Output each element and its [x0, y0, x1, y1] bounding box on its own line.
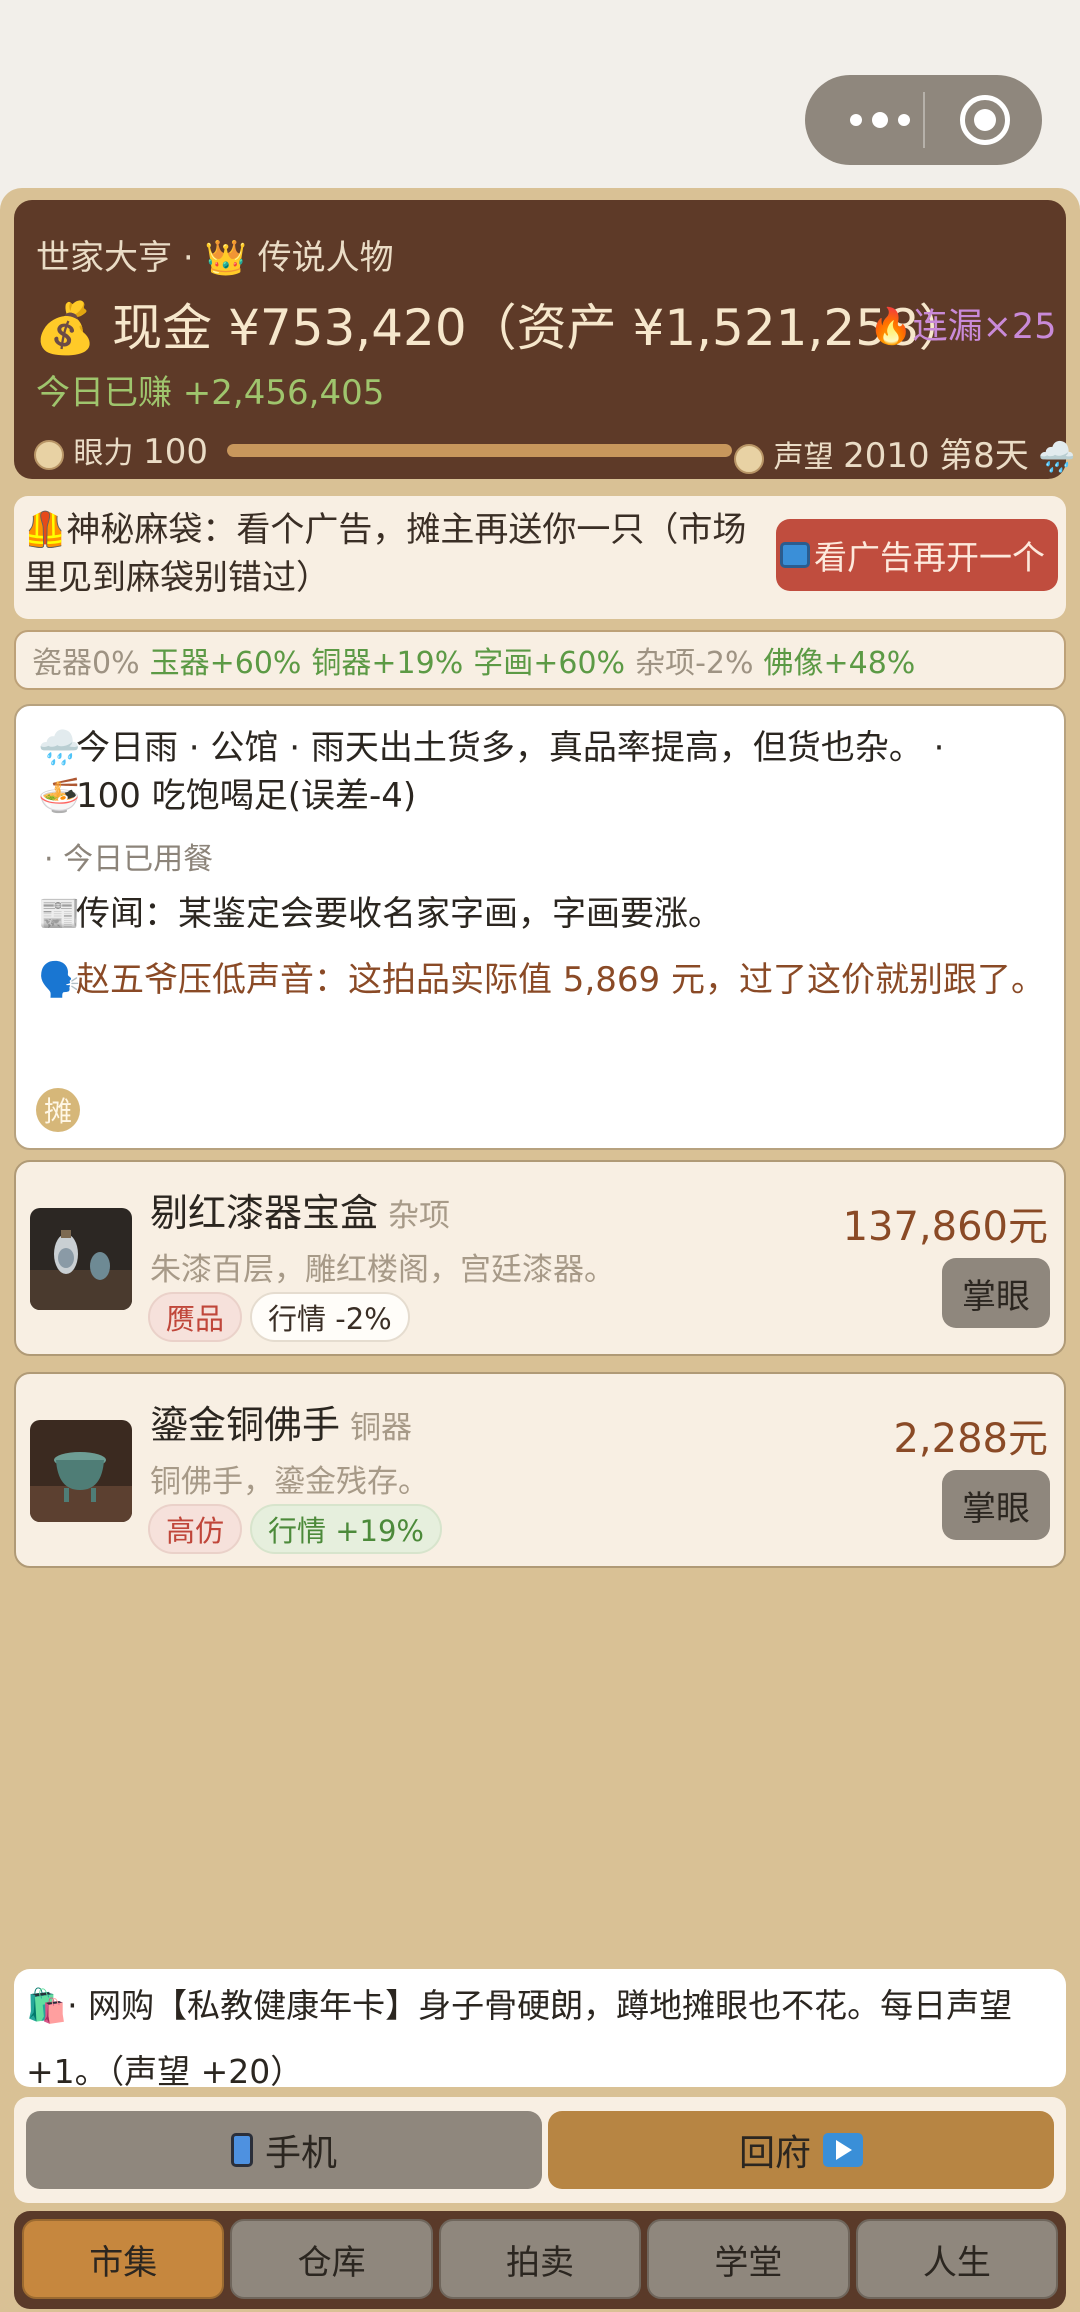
- crown-icon: 👑: [204, 238, 247, 278]
- tab-life[interactable]: 人生: [855, 2219, 1059, 2299]
- reputation-label: 声望: [773, 440, 834, 475]
- item-desc: 朱漆百层，雕红楼阁，宫廷漆器。: [150, 1252, 615, 1288]
- market-tag: 行情 +19%: [250, 1504, 442, 1554]
- go-home-label: 回府: [738, 2133, 811, 2174]
- market-tag: 行情 -2%: [250, 1292, 410, 1342]
- eye-label: 眼力: [73, 436, 134, 471]
- reputation-medal-icon: [734, 443, 764, 474]
- player-title: 世家大亨: [36, 238, 172, 278]
- item-card[interactable]: 剔红漆器宝盒 杂项 朱漆百层，雕红楼阁，宫廷漆器。 赝品 行情 -2% 137,8…: [14, 1160, 1066, 1356]
- mystery-bag-banner: 🦺神秘麻袋：看个广告，摊主再送你一只（市场里见到麻袋别错过） 看广告再开一个: [14, 496, 1066, 619]
- capsule-divider: [923, 92, 925, 148]
- trend-bronze: 铜器+19%: [311, 646, 464, 681]
- item-card[interactable]: 鎏金铜佛手 铜器 铜佛手，鎏金残存。 高仿 行情 +19% 2,288元 掌眼: [14, 1372, 1066, 1568]
- notice-line: 🛍️· 网购【私教健康年卡】身子骨硬朗，蹲地摊眼也不花。每日声望+1。（声望 +…: [26, 1973, 1056, 2105]
- more-dots-icon[interactable]: [835, 95, 925, 145]
- item-thumbnail: [30, 1420, 132, 1522]
- action-bar: 手机 回府: [14, 2097, 1066, 2203]
- rumor-line: 📰传闻：某鉴定会要收名家字画，字画要涨。: [38, 886, 722, 935]
- title-separator: ·: [182, 238, 194, 278]
- item-tags: 高仿 行情 +19%: [148, 1504, 442, 1554]
- item-thumbnail: [30, 1208, 132, 1310]
- tab-school[interactable]: 学堂: [647, 2219, 850, 2299]
- item-desc: 铜佛手，鎏金残存。: [150, 1464, 429, 1500]
- rain-cloud-icon: 🌧️: [38, 728, 81, 768]
- phone-label: 手机: [264, 2133, 337, 2174]
- item-title: 鎏金铜佛手: [150, 1403, 341, 1447]
- trend-porcelain: 瓷器0%: [32, 646, 140, 681]
- item-title: 剔红漆器宝盒: [150, 1191, 379, 1235]
- notice-text: · 网购【私教健康年卡】身子骨硬朗，蹲地摊眼也不花。每日声望+1。（声望 +20…: [26, 1986, 1013, 2091]
- speaking-head-icon: 🗣️: [38, 960, 81, 1000]
- streak-text: 连漏×25: [912, 307, 1057, 347]
- status-card: 世家大亨 · 👑 传说人物 💰 现金 ¥753,420（资产 ¥1,521,25…: [14, 200, 1076, 479]
- money-bag-icon: 💰: [34, 299, 97, 357]
- weather-text: 今日雨 · 公馆 · 雨天出土货多，真品率提高，但货也杂。 ·: [76, 728, 945, 768]
- rumor-text: 传闻：某鉴定会要收名家字画，字画要涨。: [76, 894, 722, 934]
- fire-icon: 🔥: [869, 307, 913, 347]
- mystery-bag-text: 🦺神秘麻袋：看个广告，摊主再送你一只（市场里见到麻袋别错过）: [24, 506, 754, 602]
- target-icon[interactable]: [960, 95, 1010, 145]
- miniprogram-capsule: [805, 75, 1042, 165]
- vest-icon: 🦺: [24, 510, 67, 550]
- market-trend-ribbon: 瓷器0% 玉器+60% 铜器+19% 字画+60% 杂项-2% 佛像+48%: [14, 630, 1066, 690]
- game-screen: 世家大亨 · 👑 传说人物 💰 现金 ¥753,420（资产 ¥1,521,25…: [0, 188, 1080, 2312]
- eye-medal-icon: [34, 439, 64, 470]
- eye-stat: 眼力 100: [34, 428, 208, 472]
- weather-food-line: 🌧️今日雨 · 公馆 · 雨天出土货多，真品率提高，但货也杂。 · 🍜100 吃…: [38, 724, 1048, 820]
- item-category: 杂项: [388, 1198, 451, 1234]
- phone-button[interactable]: 手机: [26, 2111, 542, 2189]
- item-price: 2,288元: [893, 1416, 1048, 1462]
- item-name: 剔红漆器宝盒 杂项: [150, 1182, 450, 1237]
- food-text: 100 吃饱喝足(误差-4): [76, 776, 417, 816]
- newspaper-icon: 📰: [38, 894, 81, 934]
- bottom-tab-bar: 市集 仓库 拍卖 学堂 人生: [14, 2211, 1066, 2309]
- go-home-button[interactable]: 回府: [548, 2111, 1054, 2189]
- reputation-stat: 声望 2010 第8天 🌧️: [734, 428, 1076, 477]
- item-price: 137,860元: [842, 1204, 1048, 1250]
- meal-status: · 今日已用餐: [44, 842, 214, 877]
- trend-buddha: 佛像+48%: [763, 646, 916, 681]
- item-category: 铜器: [350, 1410, 413, 1446]
- rain-cloud-icon: 🌧️: [1038, 440, 1076, 475]
- today-earned: 今日已赚 +2,456,405: [36, 373, 385, 413]
- mystery-bag-message: 神秘麻袋：看个广告，摊主再送你一只（市场里见到麻袋别错过）: [24, 510, 747, 598]
- watch-ad-label: 看广告再开一个: [814, 538, 1045, 577]
- trend-painting: 字画+60%: [473, 646, 626, 681]
- tv-icon: [780, 542, 810, 568]
- item-name: 鎏金铜佛手 铜器: [150, 1394, 412, 1449]
- eye-value: 100: [143, 432, 208, 472]
- watch-ad-button[interactable]: 看广告再开一个: [776, 519, 1058, 591]
- tab-market[interactable]: 市集: [22, 2219, 225, 2299]
- item-tags: 赝品 行情 -2%: [148, 1292, 410, 1342]
- play-icon: [823, 2133, 863, 2167]
- eye-progress-bar: [227, 444, 732, 457]
- inspect-button[interactable]: 掌眼: [942, 1470, 1050, 1540]
- day-counter: 第8天: [939, 436, 1029, 476]
- tip-line: 🗣️赵五爷压低声音：这拍品实际值 5,869 元，过了这价就别跟了。: [38, 944, 1048, 1016]
- phone-icon: [230, 2133, 253, 2167]
- player-rank: 传说人物: [257, 238, 394, 278]
- shopping-bag-icon: 🛍️: [26, 1986, 68, 2025]
- cash-label: 现金 ¥753,420（资产 ¥1,521,258）: [112, 299, 969, 357]
- reputation-value: 2010: [843, 436, 930, 476]
- event-notice: 🛍️· 网购【私教健康年卡】身子骨硬朗，蹲地摊眼也不花。每日声望+1。（声望 +…: [14, 1969, 1066, 2091]
- stats-row: 眼力 100 声望 2010 第8天 🌧️: [34, 428, 1076, 476]
- tab-warehouse[interactable]: 仓库: [230, 2219, 433, 2299]
- stall-badge[interactable]: 摊: [36, 1088, 80, 1132]
- streak-badge: 🔥连漏×25: [869, 298, 1056, 349]
- cash-line: 💰 现金 ¥753,420（资产 ¥1,521,258）: [34, 288, 969, 360]
- inspect-button[interactable]: 掌眼: [942, 1258, 1050, 1328]
- title-line: 世家大亨 · 👑 传说人物: [36, 230, 394, 279]
- eye-progress-fill: [227, 444, 732, 457]
- news-card: 🌧️今日雨 · 公馆 · 雨天出土货多，真品率提高，但货也杂。 · 🍜100 吃…: [14, 704, 1066, 1150]
- trend-misc: 杂项-2%: [635, 646, 754, 681]
- tip-text: 赵五爷压低声音：这拍品实际值 5,869 元，过了这价就别跟了。: [76, 960, 1045, 1000]
- system-top-bar: [0, 0, 1080, 188]
- quality-tag: 赝品: [148, 1292, 243, 1342]
- tab-auction[interactable]: 拍卖: [438, 2219, 642, 2299]
- trend-jade: 玉器+60%: [149, 646, 302, 681]
- quality-tag: 高仿: [148, 1504, 243, 1554]
- noodle-bowl-icon: 🍜: [38, 776, 81, 816]
